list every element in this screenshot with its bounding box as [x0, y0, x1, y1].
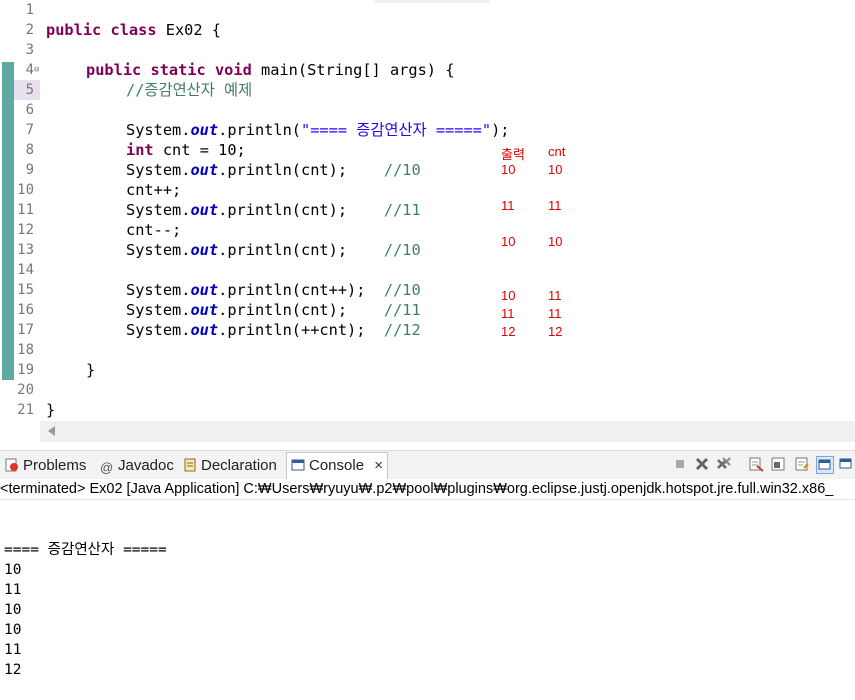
console-output-line: 10 — [4, 622, 22, 638]
line-number: 9 — [25, 162, 34, 178]
line-number: 10 — [17, 182, 34, 198]
annotation-cnt-value: 11 — [548, 198, 562, 213]
display-selected-console-icon[interactable] — [838, 456, 854, 472]
line-number: 3 — [25, 42, 34, 58]
annotation-cnt-value: 11 — [548, 288, 562, 303]
code-line-10: cnt++; — [126, 181, 182, 199]
scroll-lock-icon[interactable] — [770, 456, 786, 472]
code-line-5: //증감연산자 예제 — [126, 81, 253, 99]
line-number: 13 — [17, 242, 34, 258]
tab-javadoc[interactable]: @ Javadoc — [100, 454, 174, 478]
console-output-line: ==== 증감연산자 ===== — [4, 542, 167, 558]
console-output-line: 12 — [4, 662, 22, 678]
console-output[interactable]: ==== 증감연산자 ===== 10 11 10 10 11 12 — [4, 500, 167, 700]
problems-icon — [5, 458, 18, 472]
line-number: 20 — [17, 382, 34, 398]
line-number: 7 — [25, 122, 34, 138]
line-number: 5 — [25, 82, 34, 98]
word-wrap-icon[interactable] — [794, 456, 810, 472]
code-line-12: cnt--; — [126, 221, 182, 239]
code-line-11: System.out.println(cnt); //11 — [126, 201, 421, 219]
annotation-output-value: 10 — [501, 288, 516, 303]
annotation-cnt-value: 12 — [548, 324, 563, 339]
annotation-cnt-value: 10 — [548, 162, 563, 177]
code-line-21: } — [46, 401, 56, 419]
annotation-output-value: 10 — [501, 162, 516, 177]
code-line-4: public static void main(String[] args) { — [86, 61, 455, 79]
fold-collapse-icon[interactable]: ⊖ — [34, 60, 39, 80]
line-number: 15 — [17, 282, 34, 298]
code-line-19: } — [86, 361, 96, 379]
code-line-7: System.out.println("==== 증감연산자 ====="); — [126, 121, 510, 139]
editor-top-gap — [375, 0, 490, 3]
annotation-cnt-value: 10 — [548, 234, 563, 249]
line-number: 19 — [17, 362, 34, 378]
line-number: 21 — [17, 402, 34, 418]
tab-console[interactable]: Console × — [286, 452, 388, 479]
scroll-left-icon[interactable] — [48, 426, 55, 436]
console-output-line: 11 — [4, 642, 22, 658]
bottom-view-tabbar: Problems @ Javadoc Declaration Console × — [0, 450, 855, 479]
line-number: 6 — [25, 102, 34, 118]
console-output-line: 10 — [4, 602, 22, 618]
editor-horizontal-scrollbar[interactable] — [40, 421, 855, 442]
code-text[interactable]: public class Ex02 { public static void m… — [46, 0, 510, 419]
line-number: 8 — [25, 142, 34, 158]
pin-console-icon[interactable] — [816, 456, 834, 474]
tab-problems[interactable]: Problems — [5, 454, 86, 478]
remove-all-terminated-icon[interactable] — [716, 456, 732, 472]
tab-declaration[interactable]: Declaration — [183, 454, 277, 478]
code-line-17: System.out.println(++cnt); //12 — [126, 321, 421, 339]
line-number: 4 — [25, 62, 34, 78]
code-editor[interactable]: 1 2 3 4 5 6 7 8 9 10 11 12 13 14 15 16 17 18 19 20 21 ⊖ publ… — [0, 0, 855, 443]
annotation-output-value: 12 — [501, 324, 516, 339]
terminate-icon[interactable] — [672, 456, 688, 472]
line-number: 12 — [17, 222, 34, 238]
code-line-2: public class Ex02 { — [46, 21, 222, 39]
annotation-header-output: 출력 — [501, 147, 525, 162]
annotation-output-value: 11 — [501, 306, 515, 321]
annotation-cnt-value: 11 — [548, 306, 562, 321]
code-line-8: int cnt = 10; — [126, 141, 246, 159]
editor-gutter: 1 2 3 4 5 6 7 8 9 10 11 12 13 14 15 16 17 18 19 20 21 ⊖ — [0, 0, 40, 420]
annotation-header-cnt: cnt — [548, 144, 566, 159]
annotation-output-value: 10 — [501, 234, 516, 249]
code-line-9: System.out.println(cnt); //10 — [126, 161, 421, 179]
console-status: <terminated> Ex02 [Java Application] C:₩… — [0, 479, 855, 500]
line-number: 16 — [17, 302, 34, 318]
code-line-15: System.out.println(cnt++); //10 — [126, 281, 421, 299]
annotation-output-value: 11 — [501, 198, 515, 213]
code-line-16: System.out.println(cnt); //11 — [126, 301, 421, 319]
clear-console-icon[interactable] — [748, 456, 764, 472]
javadoc-icon: @ — [100, 460, 114, 475]
line-number: 17 — [17, 322, 34, 338]
quick-diff-bar — [2, 62, 14, 380]
console-output-line: 11 — [4, 582, 22, 598]
remove-launch-icon[interactable] — [694, 456, 710, 472]
code-line-13: System.out.println(cnt); //10 — [126, 241, 421, 259]
declaration-icon — [184, 458, 196, 472]
line-number: 2 — [25, 22, 34, 38]
line-number: 18 — [17, 342, 34, 358]
console-output-line: 10 — [4, 562, 22, 578]
line-number: 1 — [25, 2, 34, 18]
line-number: 14 — [17, 262, 34, 278]
close-console-icon[interactable]: × — [374, 457, 383, 474]
console-icon — [291, 459, 305, 471]
line-number: 11 — [17, 202, 34, 218]
